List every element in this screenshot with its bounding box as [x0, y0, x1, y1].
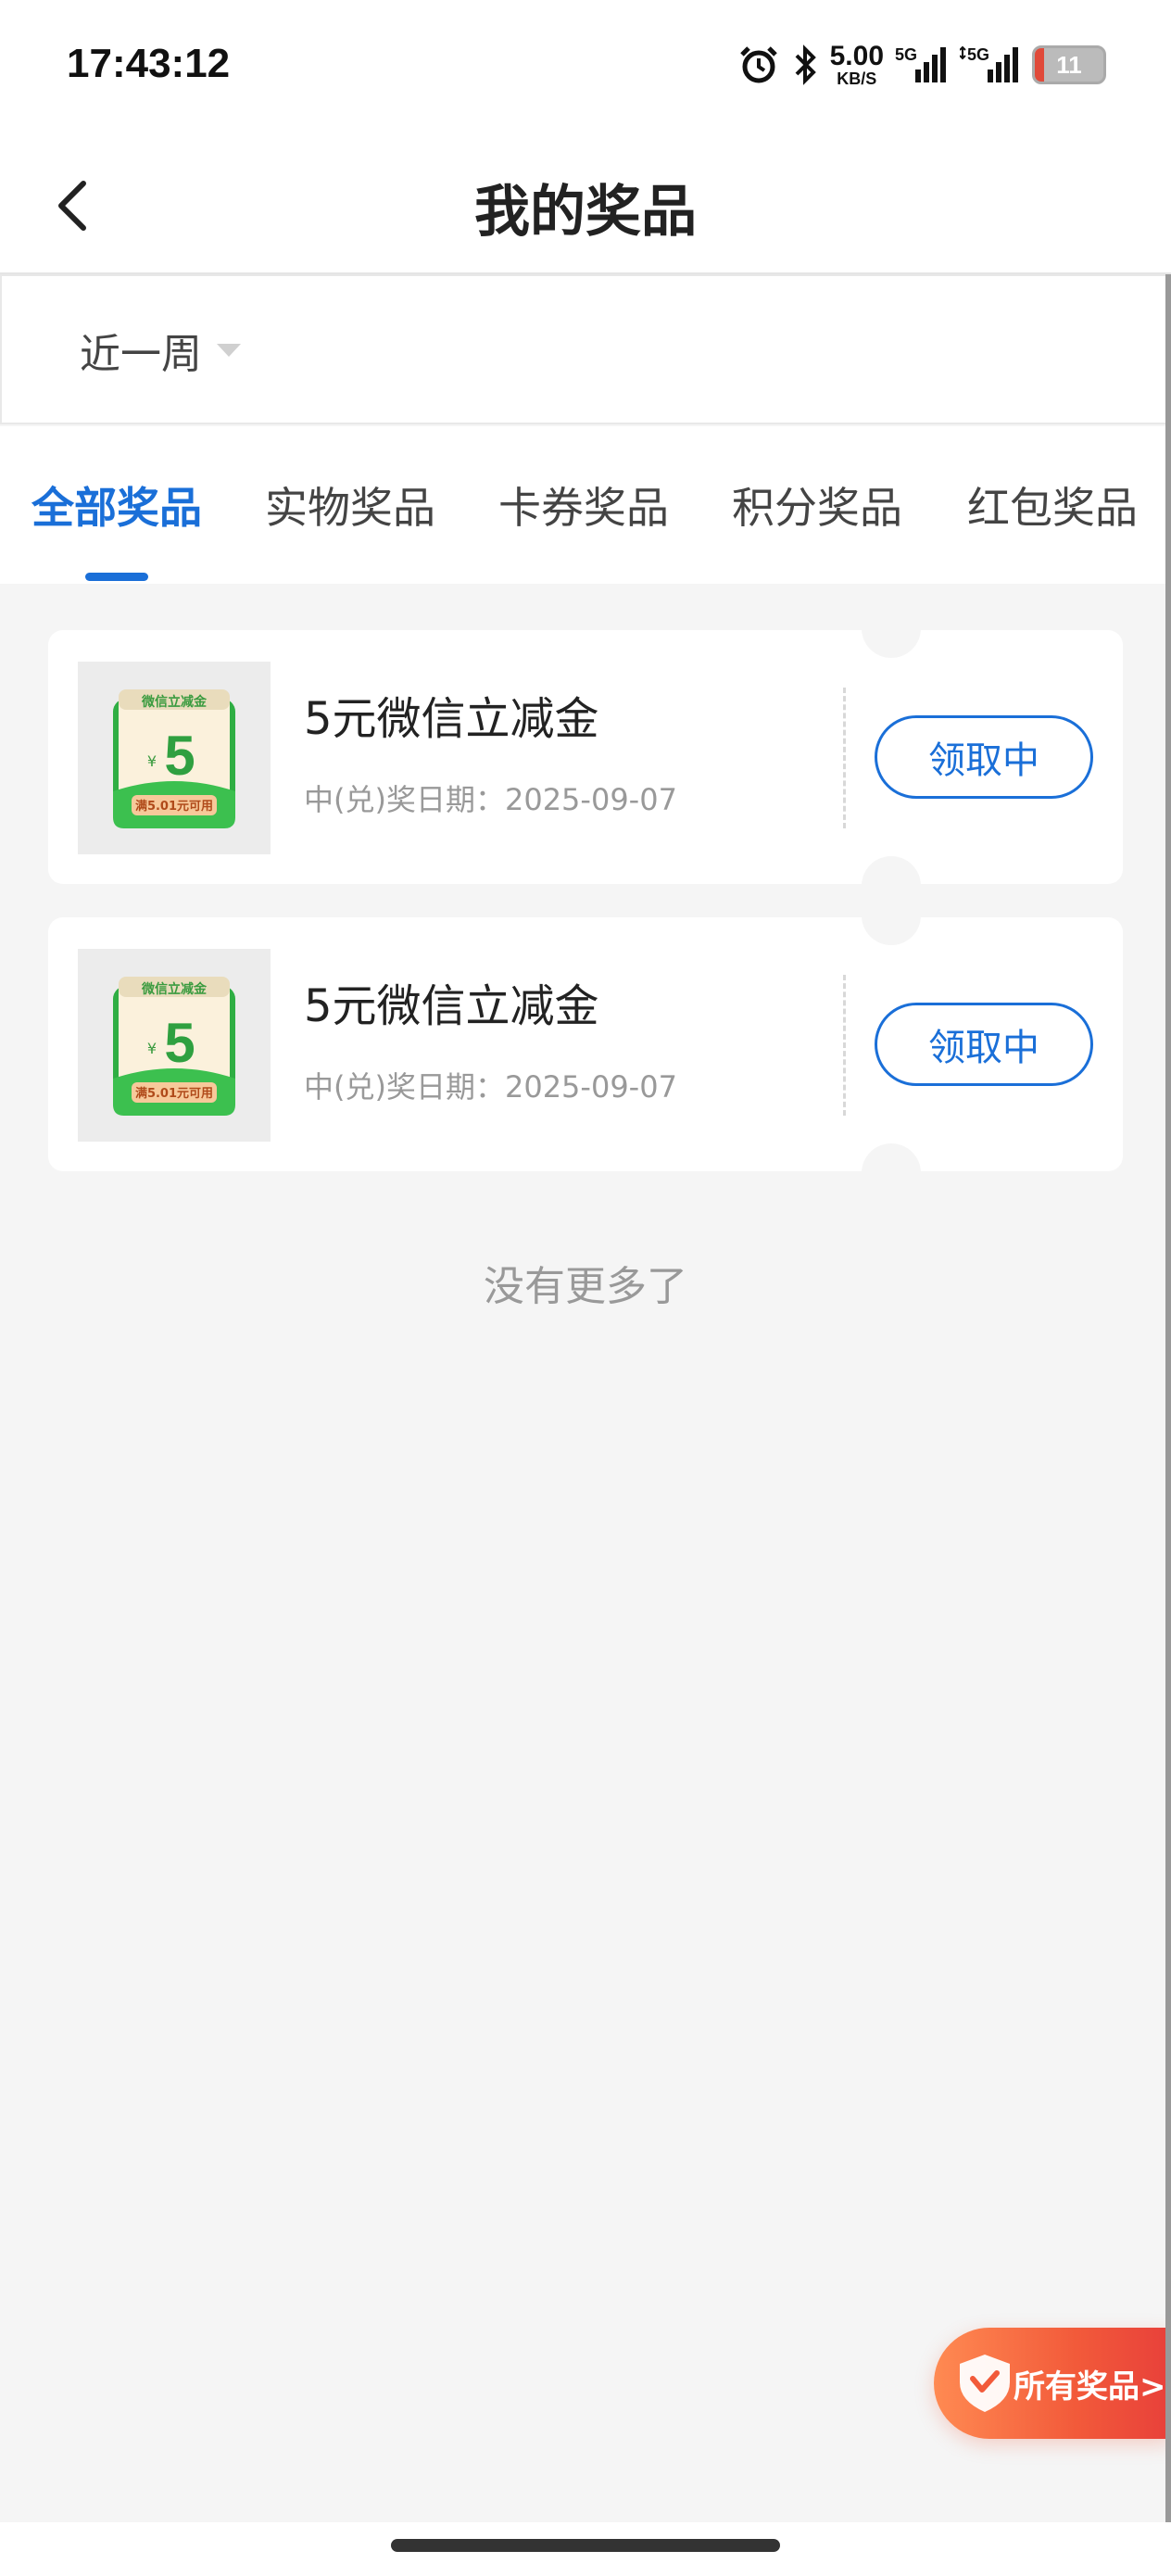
svg-text:满5.01元可用: 满5.01元可用 — [135, 799, 213, 814]
svg-text:5: 5 — [164, 725, 195, 787]
prize-date: 中(兑)奖日期：2025-09-07 — [304, 782, 677, 817]
prize-card: 微信立减金 ¥ 5 满5.01元可用 5元微信立减金 中(兑)奖日期：2025-… — [48, 599, 1123, 915]
tab-points-prizes[interactable]: 积分奖品 — [732, 474, 902, 536]
page-title: 我的奖品 — [474, 180, 697, 245]
svg-text:微信立减金: 微信立减金 — [141, 694, 208, 710]
network-speed: 5.00 KB/S — [829, 41, 884, 88]
home-indicator[interactable] — [391, 2539, 780, 2552]
header: 我的奖品 — [0, 139, 1171, 274]
tab-physical-prizes[interactable]: 实物奖品 — [265, 474, 435, 536]
signal-icon: 5G — [895, 44, 949, 86]
status-icons: 5.00 KB/S 5G 5G 11 — [737, 37, 1106, 93]
svg-text:微信立减金: 微信立减金 — [141, 981, 208, 997]
filter-bar: 近一周 — [0, 274, 1169, 424]
ribbon-badge-icon — [952, 2351, 1017, 2416]
svg-text:5G: 5G — [967, 45, 989, 64]
tab-red-packet-prizes[interactable]: 红包奖品 — [967, 474, 1138, 536]
dashed-divider — [843, 975, 846, 1116]
prize-name: 5元微信立减金 — [304, 980, 599, 1032]
svg-text:¥: ¥ — [147, 752, 157, 770]
scrollbar — [1165, 274, 1171, 2522]
svg-text:5G: 5G — [895, 45, 917, 64]
prize-date: 中(兑)奖日期：2025-09-07 — [304, 1069, 677, 1105]
time-range-label: 近一周 — [80, 331, 202, 378]
no-more-text: 没有更多了 — [484, 1263, 687, 1310]
battery-icon: 11 — [1032, 45, 1106, 84]
alarm-icon — [737, 44, 780, 86]
time-range-dropdown[interactable]: 近一周 — [80, 321, 243, 380]
all-prizes-float-button[interactable]: 所有奖品> — [934, 2328, 1171, 2439]
bluetooth-icon — [791, 44, 819, 86]
svg-text:5: 5 — [164, 1012, 195, 1074]
status-bar: 17:43:12 5.00 KB/S 5G 5G 11 — [0, 0, 1171, 139]
tab-all-prizes[interactable]: 全部奖品 — [31, 474, 202, 536]
svg-text:¥: ¥ — [147, 1040, 157, 1057]
dashed-divider — [843, 688, 846, 828]
coupon-thumbnail: 微信立减金 ¥ 5 满5.01元可用 — [78, 662, 271, 854]
prize-tabs: 全部奖品 实物奖品 卡券奖品 积分奖品 红包奖品 — [0, 426, 1169, 584]
prize-card: 微信立减金 ¥ 5 满5.01元可用 5元微信立减金 中(兑)奖日期：2025-… — [48, 886, 1123, 1203]
prize-name: 5元微信立减金 — [304, 693, 599, 745]
signal-icon: 5G — [960, 44, 1021, 86]
tab-coupon-prizes[interactable]: 卡券奖品 — [498, 474, 669, 536]
caret-down-icon — [217, 344, 241, 357]
all-prizes-label: 所有奖品> — [1014, 2368, 1166, 2406]
tab-indicator — [85, 573, 148, 581]
claim-button[interactable]: 领取中 — [875, 715, 1093, 799]
claim-button[interactable]: 领取中 — [875, 1003, 1093, 1086]
coupon-thumbnail: 微信立减金 ¥ 5 满5.01元可用 — [78, 949, 271, 1142]
status-time: 17:43:12 — [67, 41, 231, 86]
svg-text:满5.01元可用: 满5.01元可用 — [135, 1086, 213, 1101]
